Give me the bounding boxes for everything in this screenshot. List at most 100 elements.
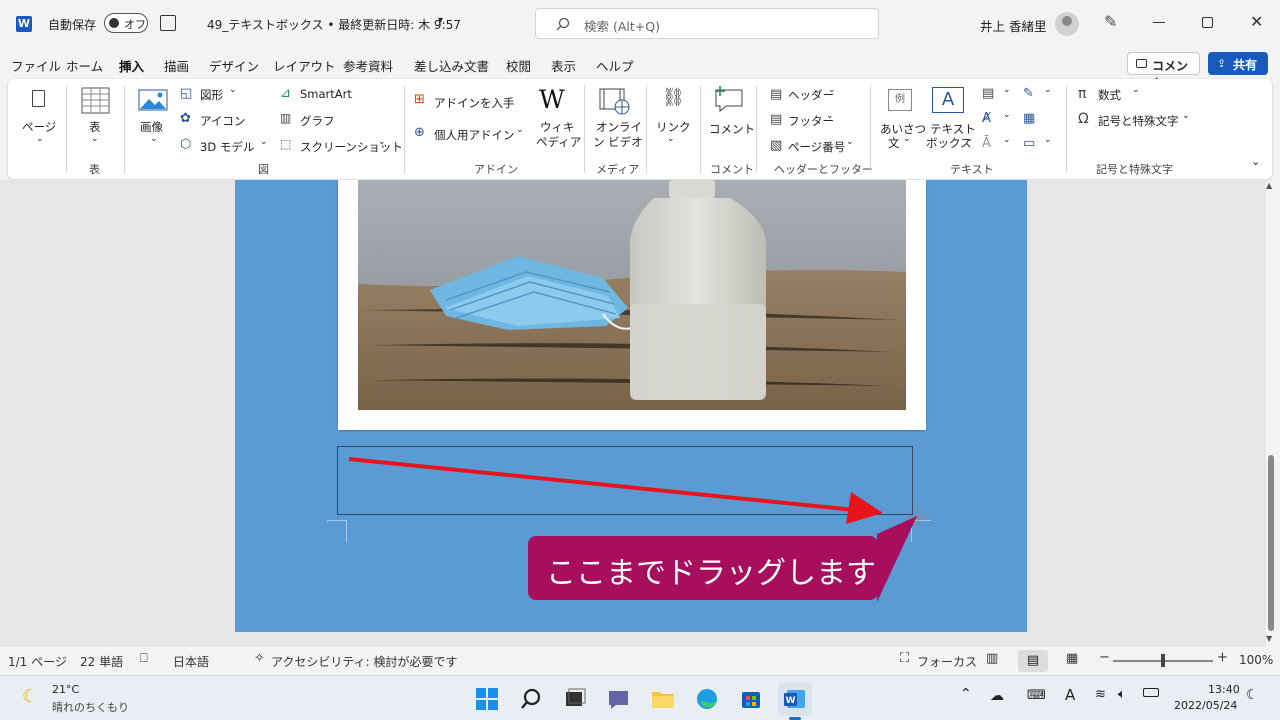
minimize-icon[interactable] [1153, 22, 1165, 23]
shapes-button[interactable]: 図形 [200, 87, 223, 103]
drop-cap-icon[interactable]: Ā [982, 136, 991, 151]
page-number-icon[interactable]: ▧ [770, 138, 782, 153]
collapse-ribbon-icon[interactable]: ⌄ [1251, 155, 1260, 168]
chevron-up-icon[interactable]: ⌃ [960, 686, 972, 702]
smartart-icon[interactable]: ⊿ [280, 86, 291, 101]
print-layout-icon[interactable]: ▤ [1018, 650, 1048, 672]
battery-icon[interactable] [1143, 688, 1159, 697]
ime-icon[interactable]: A [1065, 686, 1075, 704]
table-button[interactable]: 表 ⌄ [74, 85, 118, 155]
greeting-button[interactable]: 例 あいさつ 文 ⌄ [876, 85, 926, 155]
online-video-button[interactable]: オンライ ン ビデオ [590, 85, 643, 155]
keyboard-icon[interactable]: ⌨ [1027, 688, 1046, 703]
moon-icon[interactable]: ☾ [22, 686, 38, 707]
chevron-down-icon[interactable]: ⌄ [1044, 85, 1052, 95]
chevron-down-icon[interactable]: ⌄ [828, 85, 836, 95]
chevron-down-icon[interactable]: ⌄ [1003, 110, 1011, 120]
chart-button[interactable]: グラフ [300, 113, 335, 129]
clock-date[interactable]: 2022/05/24 [1174, 699, 1237, 712]
task-view-icon[interactable] [558, 682, 592, 716]
weather-desc[interactable]: 晴れのちくもり [52, 699, 129, 715]
onedrive-icon[interactable]: ☁ [990, 688, 1004, 704]
tab-file[interactable]: ファイル [11, 56, 61, 75]
wikipedia-button[interactable]: W ウィキ ペディア [534, 85, 581, 155]
page-number-button[interactable]: ページ番号 [788, 139, 845, 155]
icons-icon[interactable]: ✿ [180, 111, 191, 126]
focus-icon[interactable]: ⛶ [900, 651, 909, 666]
quick-parts-icon[interactable]: ▤ [982, 86, 994, 101]
accessibility-status[interactable]: アクセシビリティ: 検討が必要です [271, 653, 458, 670]
save-icon[interactable] [160, 15, 176, 31]
zoom-level[interactable]: 100% [1239, 653, 1273, 667]
chevron-down-icon[interactable]: ⌄ [260, 137, 268, 147]
3d-model-button[interactable]: 3D モデル [200, 139, 254, 155]
date-time-icon[interactable]: ▦ [1023, 111, 1035, 126]
scroll-up-arrow-icon[interactable]: ▲ [1266, 181, 1272, 190]
close-icon[interactable]: ✕ [1250, 12, 1263, 31]
title-chevron-icon[interactable]: ▾ [438, 15, 443, 26]
proofing-icon[interactable]: ⎕ [140, 651, 148, 666]
document-title[interactable]: 49_テキストボックス • 最終更新日時: 木 9:57 [207, 16, 461, 33]
icons-button[interactable]: アイコン [200, 113, 245, 129]
screenshot-button[interactable]: スクリーンショット [300, 139, 403, 155]
tab-references[interactable]: 参考資料 [343, 56, 393, 75]
file-explorer-icon[interactable] [646, 682, 680, 716]
chevron-down-icon[interactable]: ⌄ [846, 137, 854, 147]
chevron-down-icon[interactable]: ⌄ [516, 125, 524, 135]
tab-view[interactable]: 表示 [551, 56, 576, 75]
chevron-down-icon[interactable]: ⌄ [1003, 135, 1011, 145]
edge-icon[interactable] [690, 682, 724, 716]
scrollbar-thumb[interactable] [1268, 455, 1274, 631]
get-addins-button[interactable]: アドインを入手 [434, 95, 515, 111]
share-button[interactable]: ⇪ 共有 [1208, 52, 1268, 75]
zoom-slider-thumb[interactable] [1161, 654, 1165, 667]
teams-chat-icon[interactable] [602, 682, 636, 716]
chevron-down-icon[interactable]: ⌄ [1182, 111, 1190, 121]
chevron-down-icon[interactable]: ⌄ [1003, 85, 1011, 95]
comment-button[interactable]: コメント [1127, 52, 1200, 90]
shapes-icon[interactable]: ◱ [180, 86, 192, 101]
maximize-icon[interactable] [1202, 17, 1213, 28]
header-icon[interactable]: ▤ [770, 87, 782, 102]
picture-button[interactable]: 画像 ⌄ [132, 85, 176, 155]
weather-temp[interactable]: 21°C [52, 683, 79, 696]
tab-design[interactable]: デザイン [209, 56, 259, 75]
store-taskbar-icon[interactable] [734, 682, 768, 716]
tab-layout[interactable]: レイアウト [273, 56, 336, 75]
word-count[interactable]: 22 単語 [80, 653, 123, 670]
avatar[interactable] [1055, 12, 1079, 36]
omega-icon[interactable]: Ω [1078, 111, 1089, 127]
scroll-down-arrow-icon[interactable]: ▼ [1266, 634, 1272, 643]
signature-line-icon[interactable]: ✎ [1023, 86, 1034, 101]
page-button[interactable]: ページ ⌄ [16, 85, 62, 155]
start-icon[interactable] [470, 682, 504, 716]
notification-moon-icon[interactable]: ☾ [1246, 687, 1259, 703]
chevron-down-icon[interactable]: ⌄ [1132, 85, 1140, 95]
tab-draw[interactable]: 描画 [164, 56, 189, 75]
equation-button[interactable]: 数式 [1098, 87, 1121, 103]
search-taskbar-icon[interactable] [514, 682, 548, 716]
my-addins-button[interactable]: 個人用アドイン [434, 127, 515, 143]
object-icon[interactable]: ▭ [1023, 136, 1035, 151]
volume-icon[interactable]: 🔈︎ [1118, 687, 1126, 702]
tab-insert[interactable]: 挿入 [119, 56, 145, 81]
focus-mode[interactable]: フォーカス [917, 653, 977, 670]
link-button[interactable]: ⛓ リンク ⌄ [652, 85, 692, 155]
zoom-in-icon[interactable]: + [1217, 650, 1228, 665]
language[interactable]: 日本語 [173, 653, 209, 670]
tab-help[interactable]: ヘルプ [596, 56, 634, 75]
new-comment-button[interactable]: コメント [706, 85, 755, 155]
textbox-button[interactable]: A テキスト ボックス ⌄ [926, 85, 976, 155]
store-icon[interactable]: ⊞ [414, 92, 425, 107]
accessibility-icon[interactable]: ✧ [254, 651, 265, 666]
screenshot-icon[interactable]: ⬚ [280, 137, 291, 151]
wifi-icon[interactable]: ≋ [1095, 687, 1106, 702]
chevron-down-icon[interactable]: ⌄ [826, 111, 834, 121]
tab-review[interactable]: 校閲 [506, 56, 531, 75]
chart-icon[interactable]: ▥ [280, 111, 291, 125]
search-box[interactable]: 検索 (Alt+Q) [535, 8, 879, 39]
tab-mailings[interactable]: 差し込み文書 [414, 56, 489, 75]
autosave-toggle[interactable]: オフ [104, 13, 148, 33]
word-taskbar-icon[interactable]: W [778, 682, 812, 716]
document-page[interactable]: ここまでドラッグします [235, 180, 1027, 632]
